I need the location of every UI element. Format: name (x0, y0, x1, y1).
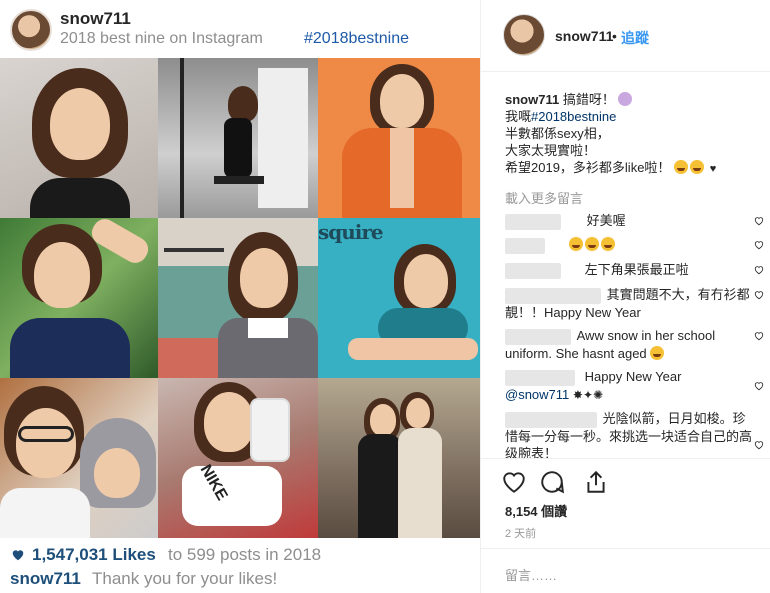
bestnine-image: snow711 2018 best nine on Instagram #201… (0, 0, 480, 593)
laughing-emoji-icon (690, 160, 705, 174)
caption-line5: 希望2019，多衫都多like啦！ (505, 160, 671, 175)
facepalm-emoji-icon (618, 92, 633, 106)
comment-item: @snow711 ✸✦✺ (505, 386, 755, 404)
magazine-logo: squire (318, 220, 384, 244)
comment-icon[interactable] (539, 469, 565, 495)
blurred-username (505, 213, 561, 230)
avatar (10, 9, 52, 51)
photo-6: squire (318, 218, 480, 378)
comment-input[interactable]: 留言…… (481, 548, 770, 593)
photo-8: NIKE (158, 378, 318, 538)
bestnine-subtitle: 2018 best nine on Instagram (60, 30, 263, 47)
load-more-comments[interactable]: 載入更多留言 (505, 188, 583, 207)
photo-2 (158, 58, 318, 218)
laughing-emoji-icon (584, 237, 599, 251)
comment-mention[interactable]: @snow711 (505, 387, 569, 402)
follow-button[interactable]: 追蹤 (621, 28, 649, 48)
post-header: snow711 • 追蹤 (481, 0, 770, 72)
likes-count: 1,547,031 Likes (32, 545, 156, 564)
comment-item: Happy New Year (505, 368, 755, 386)
caption-username[interactable]: snow711 (505, 92, 559, 107)
heart-icon[interactable] (754, 216, 764, 226)
blurred-username (505, 411, 597, 428)
heart-icon[interactable] (754, 381, 764, 391)
laughing-emoji-icon (568, 237, 583, 251)
laughing-emoji-icon (650, 345, 665, 360)
comment-item: 好美喔 (505, 212, 755, 230)
blurred-username (505, 237, 545, 254)
comment-item (505, 236, 755, 254)
blurred-username (505, 287, 601, 304)
caption-hashtag[interactable]: #2018bestnine (531, 109, 616, 124)
footer-text: Thank you for your likes! (92, 569, 278, 588)
heart-emoji-icon: ♥ (709, 163, 717, 175)
laughing-emoji-icon (600, 237, 615, 251)
blurred-username (505, 262, 561, 279)
caption-line1: 搞錯呀！ (562, 92, 615, 107)
photo-5 (158, 218, 318, 378)
blurred-username (505, 369, 575, 386)
post-username[interactable]: snow711 (555, 28, 613, 44)
photo-grid: squire NIKE (0, 58, 480, 538)
comment-item: 光陰似箭，日月如梭。珍惜每一分每一秒。來挑选一块适合自己的高级腕表！ (505, 410, 755, 462)
comment-text: 左下角果張最正啦 (584, 262, 689, 277)
comment-text: Happy New Year (584, 369, 682, 384)
comment-placeholder: 留言…… (505, 568, 558, 583)
sparkle-emoji-icon: ✸✦✺ (572, 388, 604, 402)
footer-username: snow711 (10, 569, 81, 588)
comment-item: 左下角果張最正啦 (505, 261, 755, 279)
bestnine-hashtag: #2018bestnine (304, 30, 409, 47)
post-panel: snow711 • 追蹤 snow711 搞錯呀！ 我嘅#2018bestnin… (480, 0, 770, 593)
photo-9 (318, 378, 480, 538)
bestnine-header: snow711 2018 best nine on Instagram #201… (0, 0, 480, 58)
bestnine-footer: 1,547,031 Likes to 599 posts in 2018 sno… (0, 540, 480, 593)
avatar[interactable] (503, 14, 545, 56)
photo-4 (0, 218, 158, 378)
photo-1 (0, 58, 158, 218)
caption-line3: 半數都係sexy相， (505, 126, 610, 141)
post-timestamp: 2 天前 (505, 528, 537, 540)
caption-line4: 大家太現實啦！ (505, 143, 597, 158)
heart-icon[interactable] (754, 265, 764, 275)
heart-icon[interactable] (754, 331, 764, 341)
heart-icon (12, 550, 24, 561)
comment-text: 好美喔 (586, 213, 626, 228)
bestnine-username: snow711 (60, 9, 131, 28)
heart-icon[interactable] (501, 469, 527, 495)
post-caption: snow711 搞錯呀！ 我嘅#2018bestnine 半數都係sexy相， … (505, 91, 765, 178)
caption-line2-prefix: 我嘅 (505, 109, 532, 124)
like-count[interactable]: 8,154 個讚 (505, 501, 567, 520)
heart-icon[interactable] (754, 290, 764, 300)
likes-suffix: to 599 posts in 2018 (168, 545, 322, 564)
laughing-emoji-icon (674, 160, 689, 174)
blurred-username (505, 328, 571, 345)
share-icon[interactable] (583, 469, 609, 495)
comment-item: Aww snow in her school uniform. She hasn… (505, 327, 755, 362)
comment-item: 其實問題不大，有冇衫都靚！！Happy New Year (505, 286, 755, 321)
photo-3 (318, 58, 480, 218)
separator-dot: • (612, 28, 617, 44)
heart-icon[interactable] (754, 240, 764, 250)
photo-7 (0, 378, 158, 538)
heart-icon[interactable] (754, 440, 764, 450)
